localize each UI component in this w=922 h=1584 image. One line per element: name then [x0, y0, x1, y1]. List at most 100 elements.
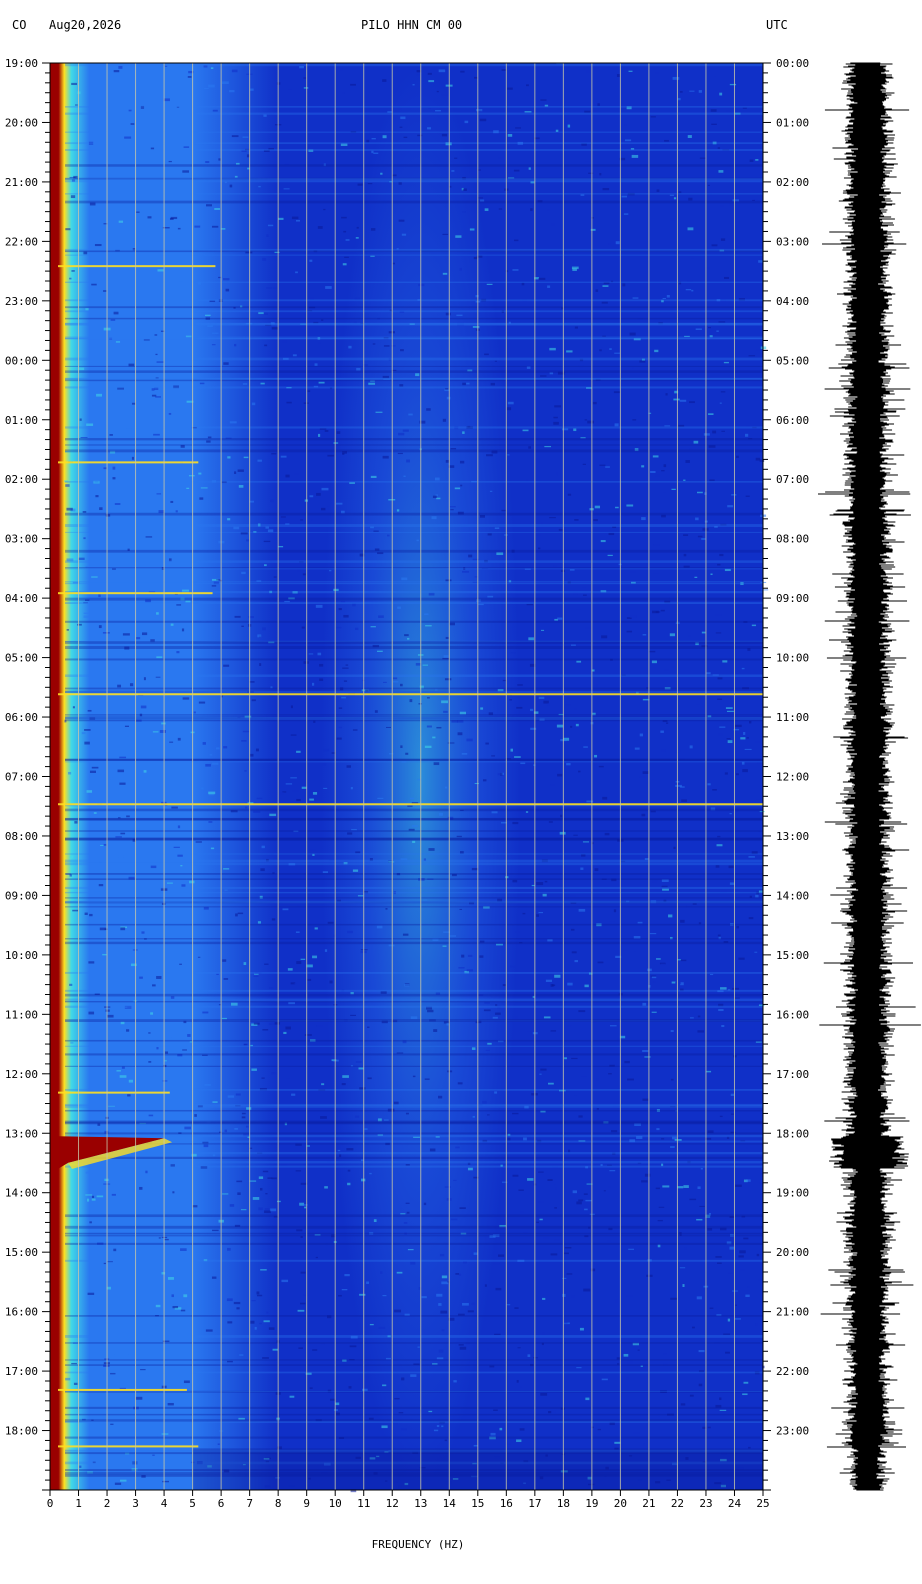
- noise-speckle: [581, 586, 587, 589]
- noise-speckle: [352, 603, 356, 607]
- noise-speckle: [434, 477, 440, 481]
- noise-speckle: [517, 684, 523, 686]
- x-tick-label: 8: [275, 1497, 282, 1510]
- noise-speckle: [263, 114, 267, 117]
- noise-speckle: [723, 276, 730, 280]
- noise-speckle: [720, 391, 726, 393]
- noise-speckle: [497, 326, 504, 328]
- horizontal-band: [65, 63, 763, 67]
- y-left-tick-label: 22:00: [5, 235, 38, 248]
- noise-speckle: [329, 569, 332, 572]
- noise-speckle: [218, 158, 221, 161]
- noise-speckle: [283, 188, 290, 190]
- noise-speckle: [285, 783, 293, 785]
- noise-speckle: [445, 312, 451, 316]
- noise-speckle: [642, 1443, 645, 1446]
- horizontal-band: [65, 193, 763, 195]
- noise-speckle: [235, 1093, 241, 1096]
- noise-speckle: [264, 1208, 270, 1211]
- noise-speckle: [278, 545, 284, 548]
- horizontal-band: [65, 549, 763, 553]
- horizontal-band: [65, 377, 763, 380]
- noise-speckle: [89, 913, 93, 917]
- noise-speckle: [660, 749, 666, 752]
- noise-speckle: [412, 1075, 416, 1078]
- noise-speckle: [155, 396, 161, 398]
- noise-speckle: [473, 256, 478, 260]
- noise-speckle: [369, 1323, 374, 1326]
- noise-speckle: [281, 1279, 289, 1283]
- horizontal-band: [65, 862, 763, 866]
- noise-speckle: [126, 815, 130, 818]
- noise-speckle: [660, 963, 666, 967]
- noise-speckle: [405, 1202, 410, 1204]
- noise-speckle: [303, 661, 309, 664]
- noise-speckle: [530, 208, 533, 212]
- noise-speckle: [333, 588, 339, 592]
- noise-speckle: [438, 1303, 442, 1306]
- noise-speckle: [599, 464, 606, 466]
- y-left-tick-label: 23:00: [5, 295, 38, 308]
- noise-speckle: [637, 921, 643, 924]
- noise-speckle: [461, 954, 465, 958]
- noise-speckle: [421, 1296, 427, 1299]
- noise-speckle: [382, 79, 387, 82]
- noise-speckle: [344, 256, 349, 258]
- noise-speckle: [439, 812, 443, 816]
- noise-speckle: [694, 576, 698, 578]
- noise-speckle: [176, 651, 180, 654]
- noise-speckle: [304, 1034, 312, 1036]
- horizontal-band: [65, 365, 763, 367]
- noise-speckle: [719, 1115, 723, 1118]
- noise-speckle: [251, 1300, 256, 1302]
- noise-speckle: [309, 798, 314, 801]
- noise-speckle: [614, 1441, 621, 1444]
- noise-speckle: [742, 1393, 748, 1396]
- y-left-tick-label: 13:00: [5, 1127, 38, 1140]
- noise-speckle: [664, 425, 671, 427]
- noise-speckle: [296, 1229, 303, 1232]
- noise-speckle: [443, 655, 449, 658]
- noise-speckle: [415, 373, 420, 377]
- horizontal-band: [65, 1420, 763, 1424]
- noise-speckle: [179, 279, 183, 282]
- noise-speckle: [109, 434, 113, 436]
- noise-speckle: [543, 944, 550, 946]
- noise-speckle: [716, 330, 719, 332]
- noise-speckle: [120, 927, 126, 931]
- noise-speckle: [329, 980, 333, 984]
- noise-speckle: [290, 777, 297, 779]
- noise-speckle: [525, 811, 529, 813]
- noise-speckle: [95, 495, 99, 498]
- noise-speckle: [202, 742, 206, 745]
- noise-speckle: [91, 576, 98, 578]
- noise-speckle: [172, 1305, 179, 1309]
- noise-speckle: [479, 118, 487, 122]
- noise-speckle: [603, 1190, 606, 1192]
- noise-speckle: [270, 1208, 277, 1212]
- noise-speckle: [550, 1253, 558, 1256]
- noise-speckle: [542, 1237, 550, 1239]
- noise-speckle: [570, 928, 575, 931]
- y-right-tick-label: 12:00: [776, 771, 809, 784]
- noise-speckle: [446, 1022, 449, 1026]
- noise-speckle: [567, 124, 571, 128]
- noise-speckle: [296, 798, 301, 802]
- y-right-tick-label: 00:00: [776, 57, 809, 70]
- noise-speckle: [642, 634, 647, 636]
- noise-speckle: [487, 1348, 490, 1351]
- noise-speckle: [156, 493, 162, 495]
- noise-speckle: [567, 982, 573, 986]
- noise-speckle: [719, 553, 724, 557]
- noise-speckle: [211, 762, 219, 765]
- noise-speckle: [507, 134, 513, 137]
- noise-speckle: [189, 880, 195, 884]
- event-line: [58, 461, 199, 464]
- noise-speckle: [268, 1327, 275, 1330]
- noise-speckle: [263, 1320, 270, 1323]
- noise-speckle: [441, 94, 448, 96]
- noise-speckle: [442, 272, 448, 275]
- noise-speckle: [584, 160, 590, 163]
- noise-speckle: [559, 831, 566, 835]
- noise-speckle: [292, 354, 297, 357]
